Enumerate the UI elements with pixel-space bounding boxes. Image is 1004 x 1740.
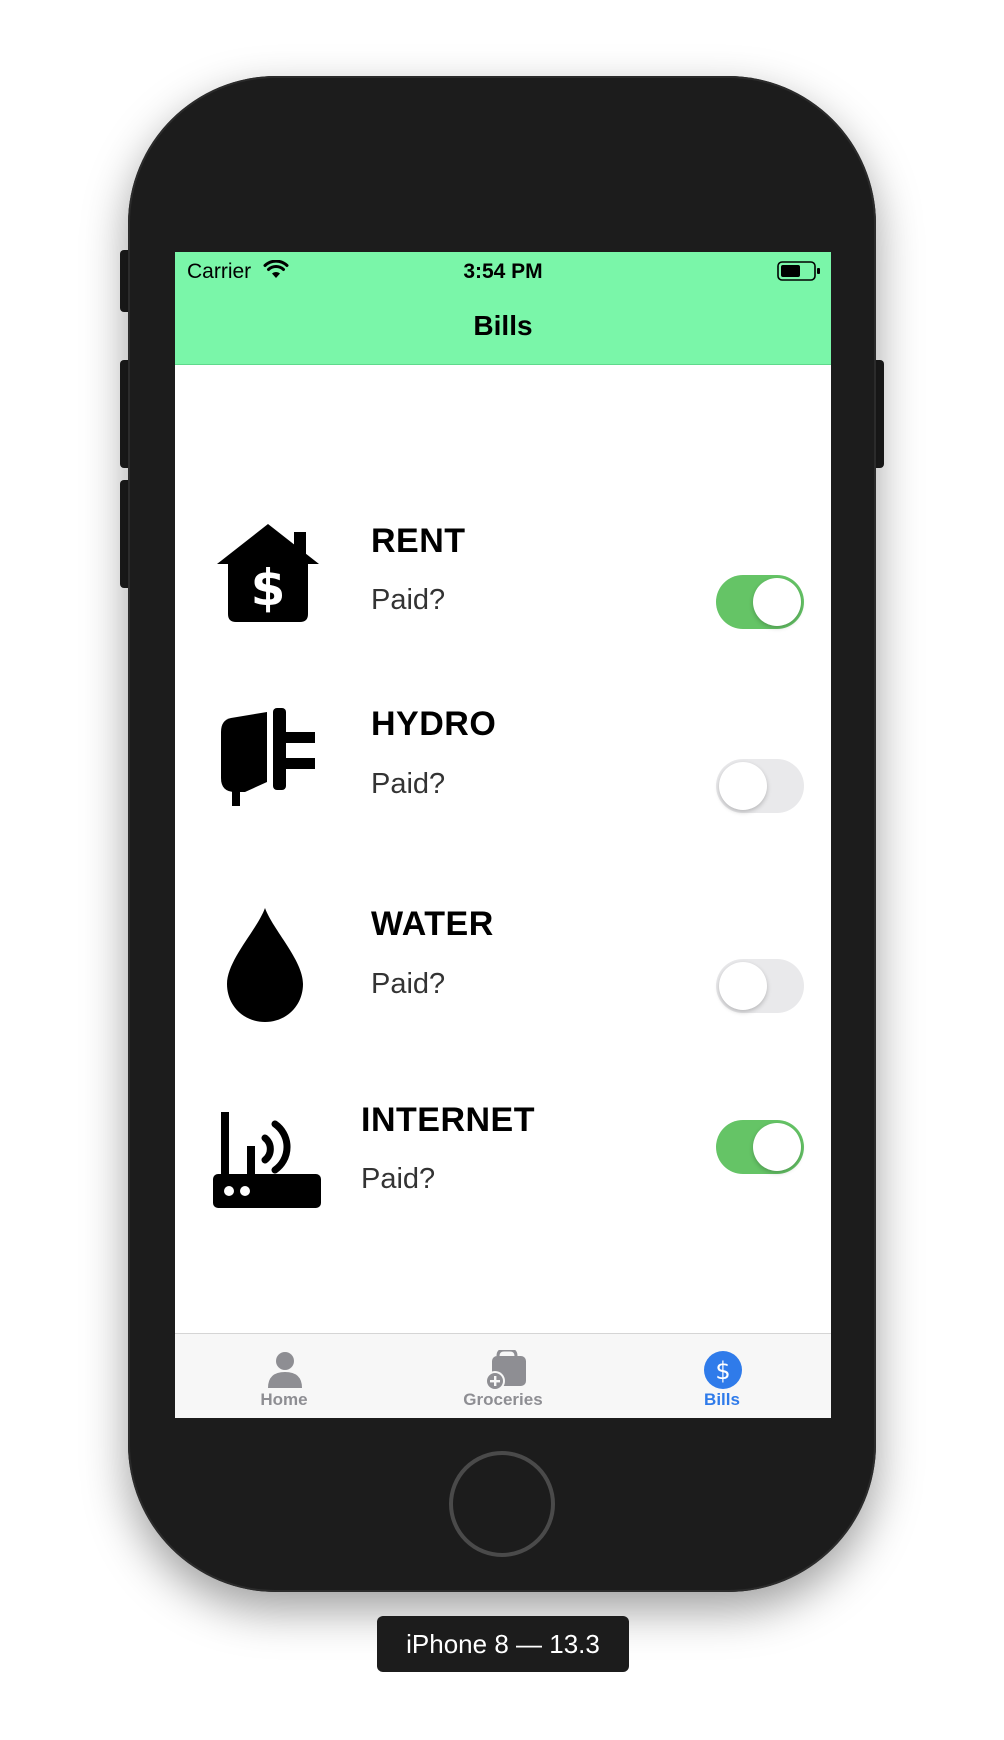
svg-text:$: $ [715,1357,730,1385]
toggle-knob [753,1123,801,1171]
bill-name-rent: RENT [371,522,466,560]
paid-toggle-hydro[interactable] [716,759,804,813]
status-bar: Carrier 3:54 PM [175,252,831,292]
paid-label-rent: Paid? [371,584,446,616]
tab-bills[interactable]: $ Bills [613,1334,831,1418]
bag-add-icon [485,1350,526,1391]
status-time: 3:54 PM [463,260,543,283]
page-title: Bills [473,310,533,341]
bill-name-hydro: HYDRO [371,705,497,743]
person-icon [268,1352,302,1388]
tab-bar: Home Groceries $ Bills [175,1333,831,1418]
dollar-circle-icon: $ [704,1351,742,1389]
tab-home[interactable]: Home [175,1334,393,1418]
tab-groceries[interactable]: Groceries [394,1334,612,1418]
paid-label-water: Paid? [371,968,446,1000]
house-dollar-icon: $ [217,524,319,622]
device-label: iPhone 8 — 13.3 [377,1616,629,1672]
toggle-knob [719,962,767,1010]
home-button[interactable] [449,1451,555,1557]
router-icon [213,1112,321,1208]
toggle-knob [719,762,767,810]
paid-label-internet: Paid? [361,1163,436,1195]
bill-name-internet: INTERNET [361,1101,535,1139]
app-screen: Carrier 3:54 PM Bills $ RENT Paid? HYDRO… [175,252,831,1418]
paid-toggle-water[interactable] [716,959,804,1013]
tab-groceries-label: Groceries [463,1390,543,1409]
plug-icon [221,708,315,806]
svg-text:$: $ [251,559,286,617]
battery-icon [777,261,820,281]
paid-label-hydro: Paid? [371,768,446,800]
paid-toggle-internet[interactable] [716,1120,804,1174]
paid-toggle-rent[interactable] [716,575,804,629]
toggle-knob [753,578,801,626]
bill-name-water: WATER [371,905,494,943]
navigation-bar: Carrier 3:54 PM Bills [175,252,831,365]
tab-bills-label: Bills [704,1390,740,1409]
tab-home-label: Home [260,1390,308,1409]
water-drop-icon [227,908,303,1022]
